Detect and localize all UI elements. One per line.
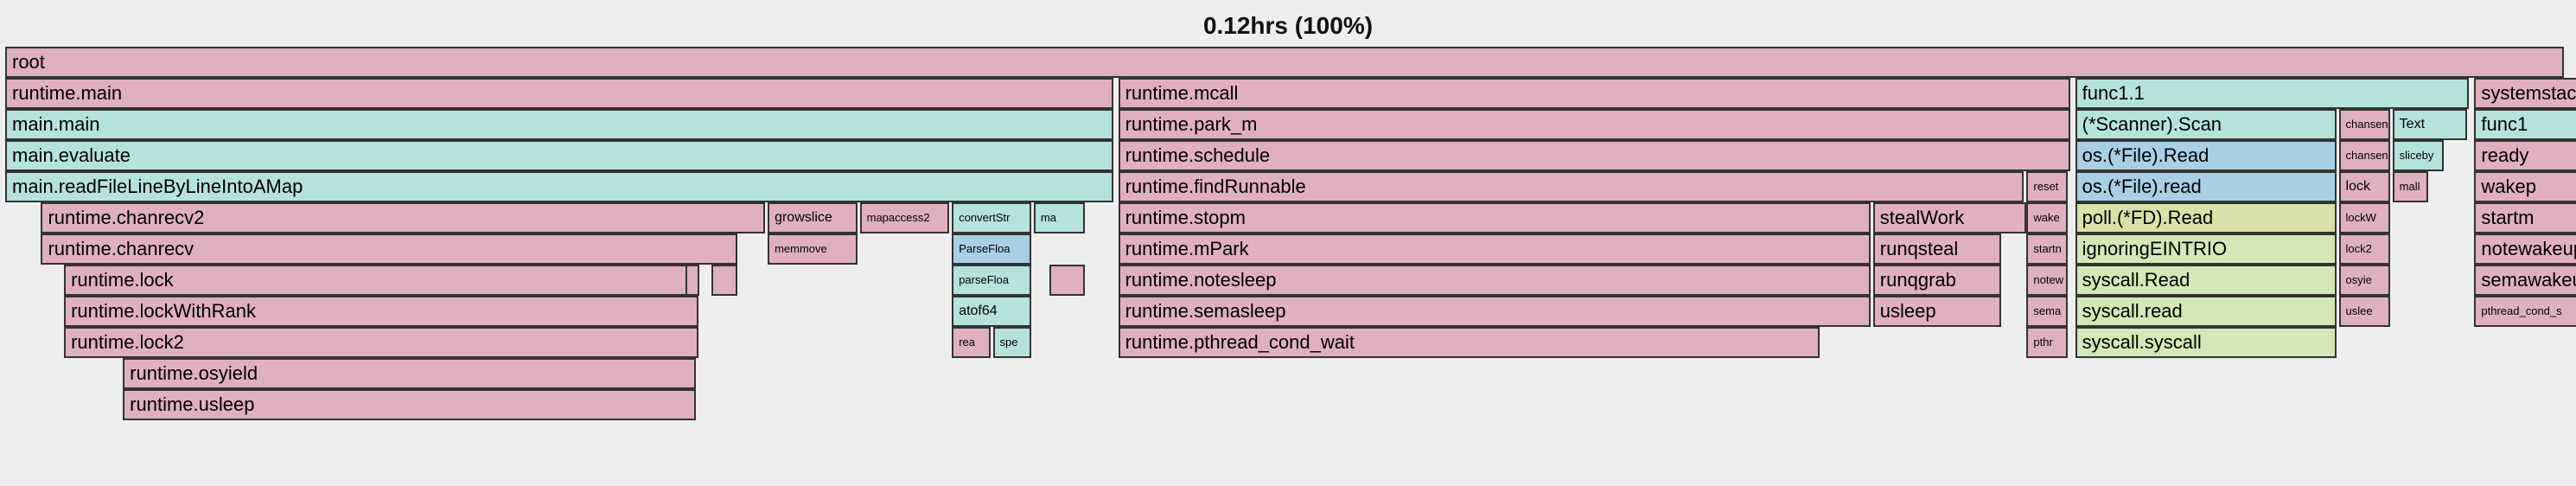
flamegraph-frame[interactable]: stealWork: [1873, 202, 2027, 233]
flamegraph-title: 0.12hrs (100%): [0, 12, 2576, 40]
flamegraph-frame[interactable]: syscall.syscall: [2075, 327, 2337, 358]
flamegraph-frame[interactable]: main.readFileLineByLineIntoAMap: [5, 171, 1113, 202]
flamegraph-frame[interactable]: runqgrab: [1873, 265, 2001, 296]
flamegraph-frame[interactable]: systemstack: [2474, 78, 2576, 109]
flamegraph-frame[interactable]: convertStr: [952, 202, 1031, 233]
flamegraph-frame[interactable]: Text: [2393, 109, 2467, 140]
flamegraph-frame[interactable]: growslice: [768, 202, 858, 233]
flamegraph-frame[interactable]: func1: [2474, 109, 2576, 140]
flamegraph-frame[interactable]: runtime.mPark: [1119, 233, 1871, 265]
flamegraph-frame[interactable]: runtime.park_m: [1119, 109, 2070, 140]
flamegraph-frame[interactable]: startn: [2026, 233, 2067, 265]
flamegraph-frame[interactable]: runtime.stopm: [1119, 202, 1871, 233]
flamegraph-frame[interactable]: wake: [2026, 202, 2067, 233]
flamegraph-frame[interactable]: pthread_cond_s: [2474, 296, 2576, 327]
flamegraph-frame[interactable]: poll.(*FD).Read: [2075, 202, 2337, 233]
flamegraph-frame[interactable]: uslee: [2339, 296, 2390, 327]
flamegraph-frame[interactable]: mapaccess2: [860, 202, 950, 233]
flamegraph-frame[interactable]: atof64: [952, 296, 1031, 327]
flamegraph-frame[interactable]: runtime.chanrecv: [41, 233, 736, 265]
flamegraph-frame[interactable]: [685, 265, 699, 296]
flamegraph-frame[interactable]: runtime.lock: [64, 265, 698, 296]
flamegraph-frame[interactable]: runtime.lockWithRank: [64, 296, 698, 327]
flamegraph-frame[interactable]: runtime.mcall: [1119, 78, 2070, 109]
flamegraph-frame[interactable]: [711, 265, 737, 296]
flamegraph-frame[interactable]: ma: [1034, 202, 1085, 233]
flamegraph-frame[interactable]: (*Scanner).Scan: [2075, 109, 2337, 140]
flamegraph-frame[interactable]: runtime.semasleep: [1119, 296, 1871, 327]
flamegraph-frame[interactable]: os.(*File).read: [2075, 171, 2337, 202]
flamegraph-frame[interactable]: ParseFloa: [952, 233, 1031, 265]
flamegraph-frame[interactable]: notewakeup: [2474, 233, 2576, 265]
flamegraph-frame[interactable]: os.(*File).Read: [2075, 140, 2337, 171]
flamegraph-frame[interactable]: mall: [2393, 171, 2428, 202]
flamegraph-frame[interactable]: runtime.schedule: [1119, 140, 2070, 171]
flamegraph-frame[interactable]: runqsteal: [1873, 233, 2001, 265]
flamegraph-frame[interactable]: parseFloa: [952, 265, 1031, 296]
flamegraph-frame[interactable]: chansend: [2339, 109, 2390, 140]
flamegraph-frame[interactable]: sliceby: [2393, 140, 2444, 171]
flamegraph-frame[interactable]: runtime.chanrecv2: [41, 202, 765, 233]
flamegraph-frame[interactable]: reset: [2026, 171, 2067, 202]
flamegraph-frame[interactable]: wakep: [2474, 171, 2576, 202]
flamegraph-frame[interactable]: runtime.main: [5, 78, 1113, 109]
flamegraph-canvas: rootruntime.mainruntime.mcallfunc1.1syst…: [5, 47, 2571, 427]
flamegraph-frame[interactable]: ready: [2474, 140, 2576, 171]
flamegraph-frame[interactable]: semawakeup: [2474, 265, 2576, 296]
flamegraph-frame[interactable]: rea: [952, 327, 990, 358]
flamegraph-frame[interactable]: runtime.notesleep: [1119, 265, 1871, 296]
flamegraph-frame[interactable]: runtime.usleep: [123, 389, 696, 420]
flamegraph-frame[interactable]: [1049, 265, 1085, 296]
flamegraph-frame[interactable]: sema: [2026, 296, 2067, 327]
flamegraph-frame[interactable]: pthr: [2026, 327, 2067, 358]
flamegraph-frame[interactable]: syscall.read: [2075, 296, 2337, 327]
flamegraph-frame[interactable]: usleep: [1873, 296, 2001, 327]
flamegraph-frame[interactable]: root: [5, 47, 2564, 78]
flamegraph-frame[interactable]: runtime.osyield: [123, 358, 696, 389]
flamegraph-frame[interactable]: startm: [2474, 202, 2576, 233]
flamegraph-frame[interactable]: syscall.Read: [2075, 265, 2337, 296]
flamegraph-frame[interactable]: chansend: [2339, 140, 2390, 171]
flamegraph-frame[interactable]: osyie: [2339, 265, 2390, 296]
flamegraph-frame[interactable]: ignoringEINTRIO: [2075, 233, 2337, 265]
flamegraph-frame[interactable]: lockW: [2339, 202, 2390, 233]
flamegraph-frame[interactable]: notew: [2026, 265, 2067, 296]
flamegraph-frame[interactable]: func1.1: [2075, 78, 2470, 109]
flamegraph-frame[interactable]: lock: [2339, 171, 2390, 202]
flamegraph-frame[interactable]: spe: [993, 327, 1031, 358]
flamegraph-frame[interactable]: memmove: [768, 233, 858, 265]
flamegraph-frame[interactable]: main.main: [5, 109, 1113, 140]
flamegraph-frame[interactable]: runtime.findRunnable: [1119, 171, 2024, 202]
flamegraph-frame[interactable]: runtime.pthread_cond_wait: [1119, 327, 1820, 358]
flamegraph-frame[interactable]: lock2: [2339, 233, 2390, 265]
flamegraph-frame[interactable]: main.evaluate: [5, 140, 1113, 171]
flamegraph-frame[interactable]: runtime.lock2: [64, 327, 698, 358]
